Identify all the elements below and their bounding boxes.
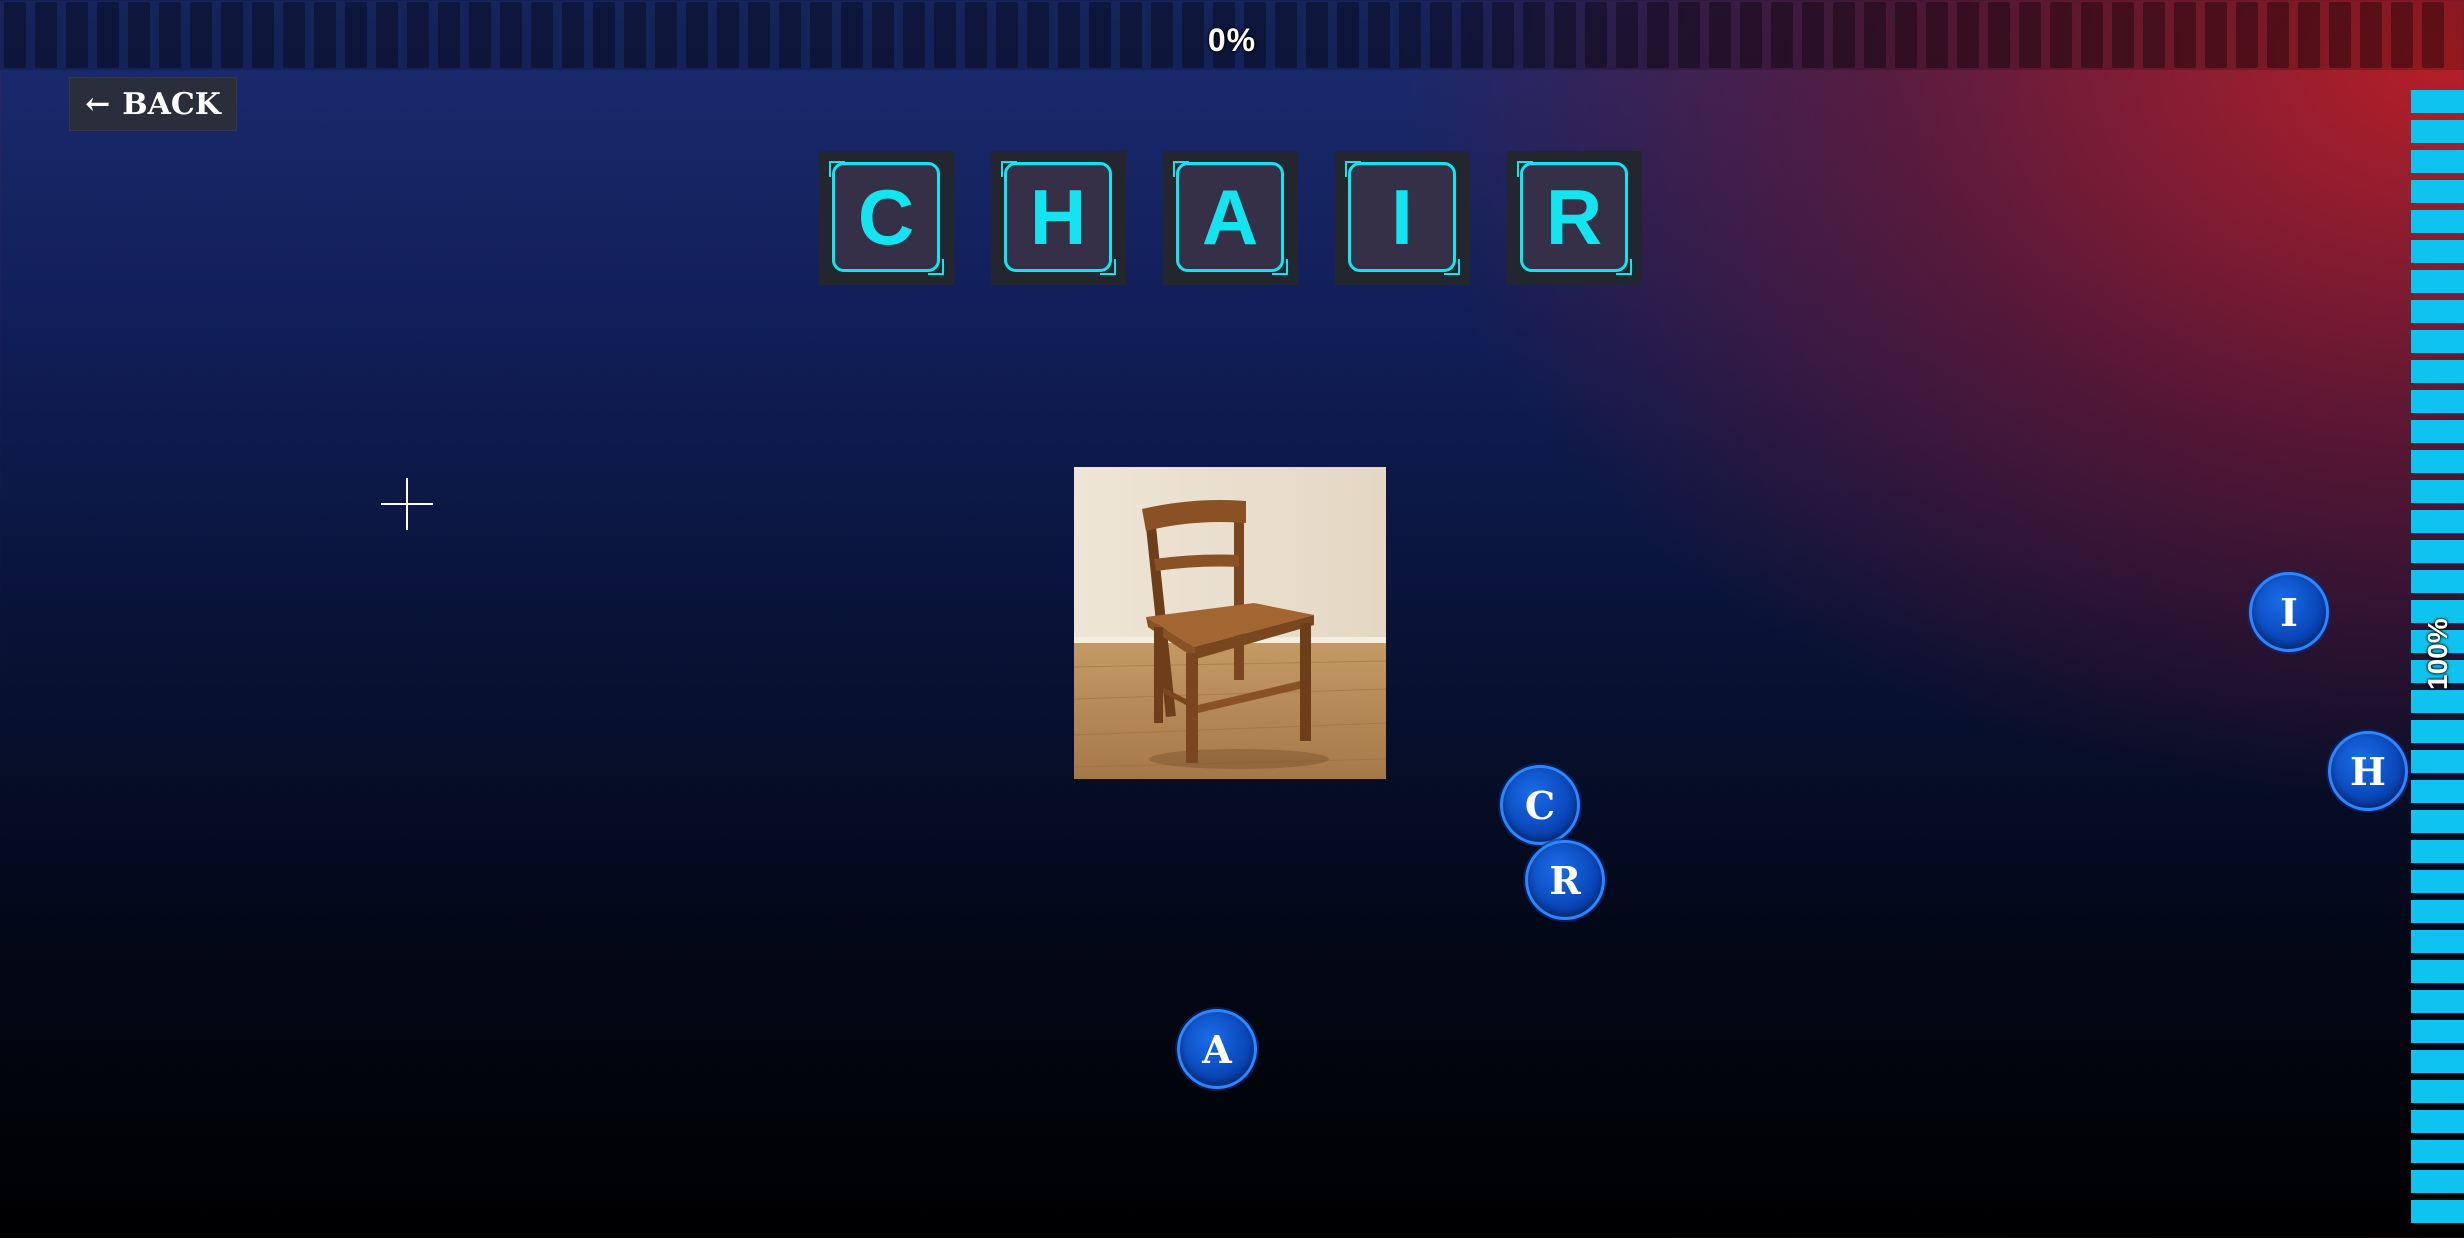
right-meter-segment xyxy=(2411,960,2464,983)
right-meter-segment xyxy=(2411,1200,2464,1223)
letter-slot[interactable]: A xyxy=(1163,151,1298,285)
right-meter-segment xyxy=(2411,810,2464,833)
right-progress-label: 100% xyxy=(2422,618,2453,690)
letter-slot[interactable]: C xyxy=(819,151,954,285)
slot-letter: H xyxy=(1004,162,1112,272)
slot-letter: I xyxy=(1348,162,1456,272)
letter-bubble-a[interactable]: A xyxy=(1177,1009,1257,1089)
right-meter-segment xyxy=(2411,930,2464,953)
letter-slot[interactable]: H xyxy=(991,151,1126,285)
letter-bubble-c[interactable]: C xyxy=(1500,765,1580,845)
right-meter-segment xyxy=(2411,780,2464,803)
right-meter-segment xyxy=(2411,1020,2464,1043)
right-meter-segment xyxy=(2411,180,2464,203)
letter-slot[interactable]: I xyxy=(1335,151,1470,285)
right-meter-segment xyxy=(2411,390,2464,413)
crosshair-cursor-icon xyxy=(381,478,433,530)
top-progress-label: 0% xyxy=(1207,22,1257,58)
right-meter-segment xyxy=(2411,1170,2464,1193)
right-meter-segment xyxy=(2411,420,2464,443)
right-meter-segment xyxy=(2411,840,2464,863)
right-meter-segment xyxy=(2411,210,2464,233)
right-meter-segment xyxy=(2411,1140,2464,1163)
right-meter-segment xyxy=(2411,870,2464,893)
chair-picture xyxy=(1074,467,1386,779)
letter-bubble-i[interactable]: I xyxy=(2249,572,2329,652)
right-meter-segment xyxy=(2411,120,2464,143)
slot-letter: C xyxy=(832,162,940,272)
back-button[interactable]: ← BACK xyxy=(69,77,237,131)
letter-bubble-r[interactable]: R xyxy=(1525,840,1605,920)
right-meter-segment xyxy=(2411,540,2464,563)
back-arrow-icon: ← xyxy=(85,86,111,122)
right-meter-segment xyxy=(2411,360,2464,383)
right-meter-segment xyxy=(2411,330,2464,353)
right-meter-segment xyxy=(2411,690,2464,713)
right-meter-segment xyxy=(2411,1050,2464,1073)
right-meter-segment xyxy=(2411,90,2464,113)
right-meter-segment xyxy=(2411,480,2464,503)
right-meter-segment xyxy=(2411,570,2464,593)
word-slots: C H A I R xyxy=(819,151,1642,285)
slot-letter: A xyxy=(1176,162,1284,272)
right-meter-segment xyxy=(2411,510,2464,533)
back-button-label: BACK xyxy=(122,86,221,122)
right-meter-segment xyxy=(2411,990,2464,1013)
right-meter-segment xyxy=(2411,750,2464,773)
right-meter-segment xyxy=(2411,300,2464,323)
right-meter-segment xyxy=(2411,150,2464,173)
right-meter-segment xyxy=(2411,450,2464,473)
right-meter-segment xyxy=(2411,720,2464,743)
right-meter-segment xyxy=(2411,1080,2464,1103)
right-meter-segment xyxy=(2411,240,2464,263)
right-meter-segment xyxy=(2411,1110,2464,1133)
letter-slot[interactable]: R xyxy=(1507,151,1642,285)
slot-letter: R xyxy=(1520,162,1628,272)
letter-bubble-h[interactable]: H xyxy=(2328,731,2408,811)
right-meter-segment xyxy=(2411,270,2464,293)
right-meter-segment xyxy=(2411,900,2464,923)
